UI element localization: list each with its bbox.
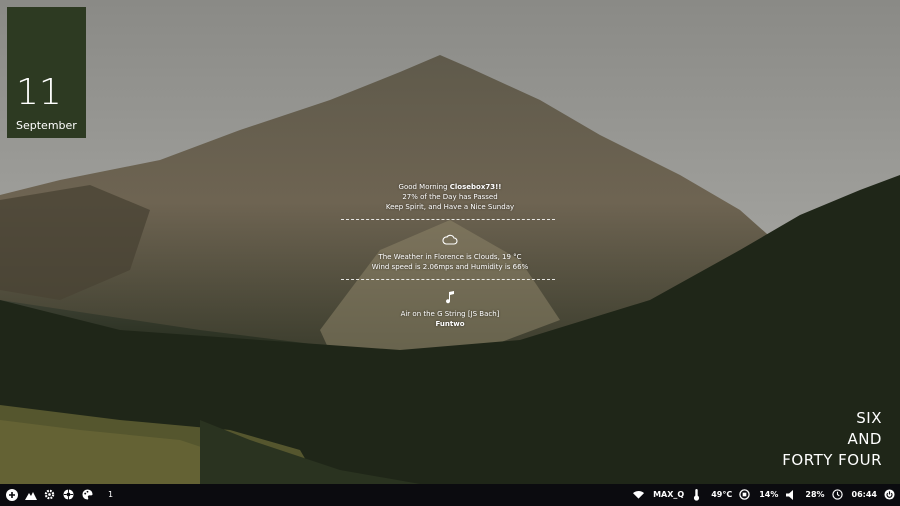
mountain-icon[interactable] — [24, 488, 37, 501]
music-note-icon — [445, 289, 455, 304]
wifi-ssid: MAX_Q — [653, 490, 685, 499]
plus-circle-icon[interactable] — [5, 488, 18, 501]
cpu-icon — [738, 488, 751, 501]
power-icon[interactable] — [883, 488, 896, 501]
music-artist: Funtwo — [435, 320, 465, 328]
greeting-widget: Good Morning Closebox73!! 27% of the Day… — [300, 182, 600, 212]
taskbar: 1 MAX_Q 49°C 14% 28% 06:44 — [0, 484, 900, 506]
palette-icon[interactable] — [81, 488, 94, 501]
word-clock: SIX AND FORTY FOUR — [782, 408, 882, 471]
music-title: Air on the G String [JS Bach] — [400, 310, 500, 318]
wifi-icon[interactable] — [632, 488, 645, 501]
temperature-value: 49°C — [711, 490, 733, 499]
cpu-value: 14% — [759, 490, 779, 499]
greeting-line-3: Keep Spirit, and Have a Nice Sunday — [385, 203, 515, 211]
music-widget: Air on the G String [JS Bach] Funtwo — [300, 309, 600, 329]
greeting-line-2: 27% of the Day has Passed — [402, 193, 498, 201]
divider — [341, 219, 555, 220]
clock-word-minutes: FORTY FOUR — [782, 451, 882, 469]
date-day: 11 — [16, 72, 62, 113]
divider — [341, 279, 555, 280]
volume-value: 28% — [805, 490, 825, 499]
clock-icon — [831, 488, 844, 501]
greeting-line-1: Good Morning Closebox73!! — [300, 182, 600, 192]
weather-line-1: The Weather in Florence is Clouds, 19 °C — [378, 253, 522, 261]
volume-icon[interactable] — [784, 488, 797, 501]
date-widget: 11 September — [7, 7, 86, 138]
clock-word-hour: SIX — [856, 409, 882, 427]
workspace-indicator[interactable]: 1 — [108, 490, 113, 499]
date-month: September — [16, 119, 77, 132]
thermometer-icon — [690, 488, 703, 501]
weather-widget: The Weather in Florence is Clouds, 19 °C… — [300, 252, 600, 272]
clock-word-and: AND — [847, 430, 882, 448]
aperture-icon[interactable] — [62, 488, 75, 501]
taskbar-left: 1 — [5, 488, 113, 501]
time-value: 06:44 — [851, 490, 877, 499]
gear-icon[interactable] — [43, 488, 56, 501]
greeting-prefix: Good Morning — [398, 183, 450, 191]
weather-line-2: Wind speed is 2.06mps and Humidity is 66… — [371, 263, 529, 271]
cloud-icon — [442, 230, 458, 245]
greeting-user: Closebox73!! — [449, 183, 502, 191]
taskbar-right: MAX_Q 49°C 14% 28% 06:44 — [632, 488, 896, 501]
